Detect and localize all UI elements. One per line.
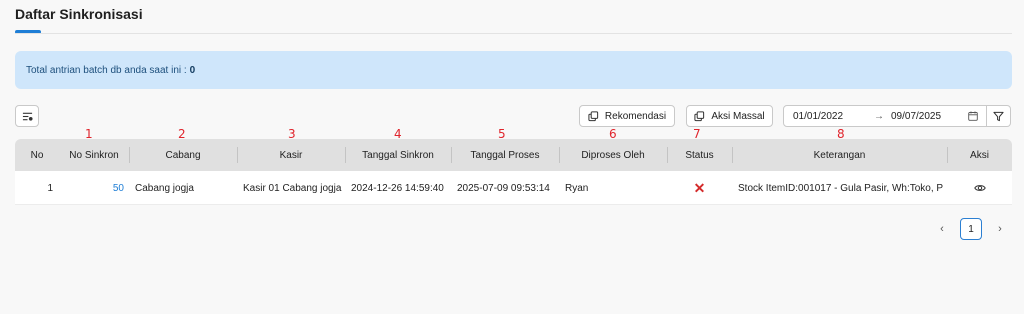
rekomendasi-button[interactable]: Rekomendasi — [579, 105, 675, 127]
cell-no: 1 — [47, 182, 53, 194]
header-tanggal-proses[interactable]: Tanggal Proses — [451, 139, 559, 171]
header-status[interactable]: Status — [667, 139, 732, 171]
aksi-massal-button[interactable]: Aksi Massal — [686, 105, 773, 127]
alert-count: 0 — [189, 64, 196, 76]
filter-button[interactable] — [987, 105, 1011, 127]
date-range-picker[interactable]: 01/01/2022 → 09/07/2025 — [783, 105, 987, 127]
batch-queue-alert: Total antrian batch db anda saat ini : 0 — [15, 51, 1012, 89]
cell-kasir: Kasir 01 Cabang jogja — [243, 182, 342, 194]
header-kasir[interactable]: Kasir — [237, 139, 345, 171]
pagination-next[interactable]: › — [992, 218, 1008, 240]
cell-aksi — [947, 171, 1012, 205]
copy-icon — [588, 110, 599, 121]
filter-icon — [993, 111, 1004, 121]
header-divider — [451, 147, 452, 163]
header-divider — [129, 147, 130, 163]
cell-keterangan: Stock ItemID:001017 - Gula Pasir, Wh:Tok… — [738, 182, 943, 194]
alert-text: Total antrian batch db anda saat ini : — [26, 64, 187, 76]
cell-no-sinkron-link[interactable]: 50 — [59, 171, 124, 205]
header-tanggal-sinkron[interactable]: Tanggal Sinkron — [345, 139, 451, 171]
table-row: 1 50 Cabang jogja Kasir 01 Cabang jogja … — [15, 171, 1012, 205]
column-settings-icon — [22, 112, 33, 121]
eye-icon[interactable] — [973, 182, 986, 194]
header-keterangan[interactable]: Keterangan — [732, 139, 947, 171]
calendar-icon — [968, 111, 978, 121]
aksi-massal-label: Aksi Massal — [711, 110, 765, 122]
cell-tanggal-proses: 2025-07-09 09:53:14 — [457, 182, 550, 194]
header-aksi: Aksi — [970, 149, 989, 161]
cell-status: ✕ — [667, 171, 732, 205]
header-divider — [732, 147, 733, 163]
header-divider — [345, 147, 346, 163]
cell-cabang: Cabang jogja — [135, 182, 194, 194]
table-header: No No Sinkron Cabang Kasir Tanggal Sinkr… — [15, 139, 1012, 171]
header-no: No — [30, 149, 44, 161]
cell-diproses-oleh: Ryan — [565, 182, 589, 194]
column-settings-button[interactable] — [15, 105, 39, 127]
date-from[interactable]: 01/01/2022 — [793, 111, 843, 122]
page-title: Daftar Sinkronisasi — [15, 6, 143, 22]
copy-icon — [694, 110, 705, 121]
date-range-arrow: → — [874, 110, 884, 122]
header-divider — [947, 147, 948, 163]
status-failed-icon: ✕ — [693, 179, 706, 196]
header-diproses-oleh[interactable]: Diproses Oleh — [559, 139, 667, 171]
cell-tanggal-sinkron: 2024-12-26 14:59:40 — [351, 182, 444, 194]
header-divider — [667, 147, 668, 163]
pagination-prev[interactable]: ‹ — [934, 218, 950, 240]
header-divider — [237, 147, 238, 163]
pagination-page-1[interactable]: 1 — [960, 218, 982, 240]
rekomendasi-label: Rekomendasi — [604, 110, 667, 122]
header-no-sinkron[interactable]: No Sinkron — [59, 139, 129, 171]
title-divider — [15, 33, 1012, 34]
header-divider — [559, 147, 560, 163]
date-to[interactable]: 09/07/2025 — [891, 111, 941, 122]
header-cabang[interactable]: Cabang — [129, 139, 237, 171]
